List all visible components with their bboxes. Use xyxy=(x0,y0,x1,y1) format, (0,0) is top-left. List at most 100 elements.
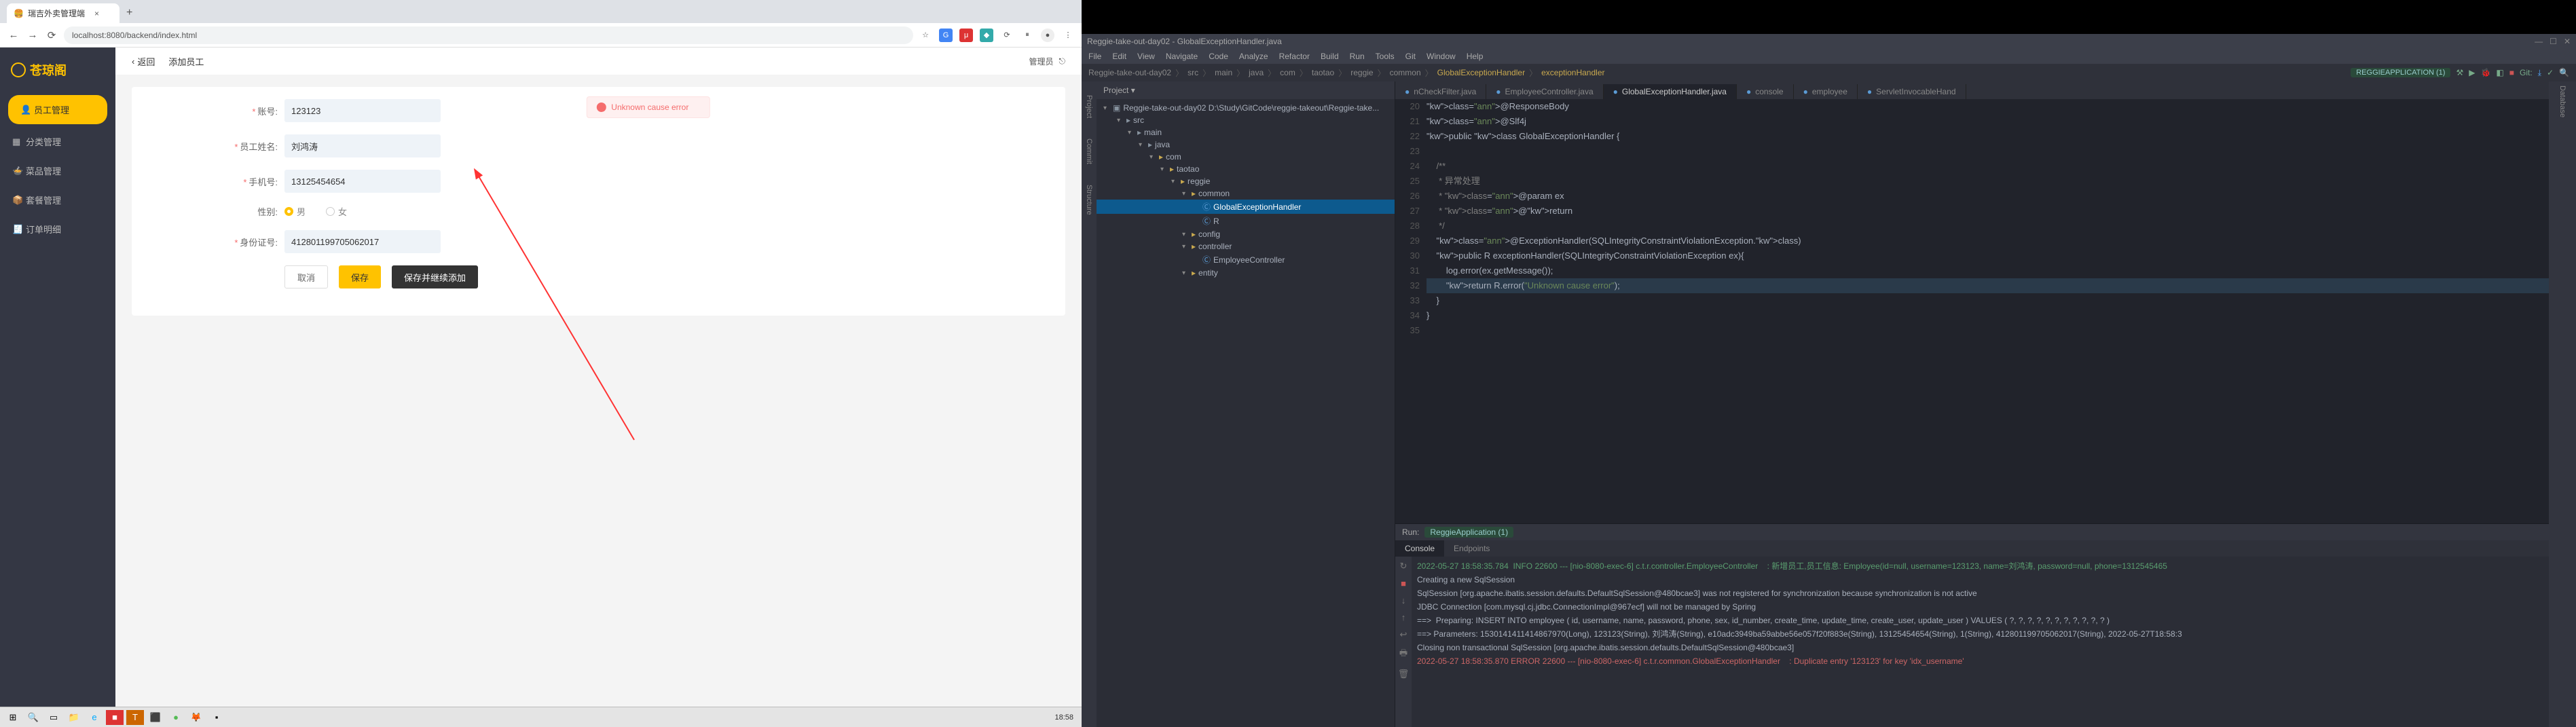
sidebar-item-category[interactable]: ▦ 分类管理 xyxy=(0,127,115,156)
task-view-icon[interactable]: ▭ xyxy=(45,710,62,725)
cancel-button[interactable]: 取消 xyxy=(284,265,328,288)
crumb[interactable]: src xyxy=(1188,68,1198,77)
close-icon[interactable]: ✕ xyxy=(2564,37,2571,46)
menu-analyze[interactable]: Analyze xyxy=(1239,52,1268,61)
project-tree[interactable]: ▾▣ Reggie-take-out-day02 D:\Study\GitCod… xyxy=(1097,99,1395,727)
sidebar-item-employee[interactable]: 👤 员工管理 xyxy=(8,95,107,124)
tree-item[interactable]: ▾▸ com xyxy=(1097,151,1395,163)
url-input[interactable] xyxy=(64,26,913,44)
run-tab[interactable]: Console xyxy=(1395,540,1444,557)
crumb[interactable]: taotao xyxy=(1312,68,1334,77)
console-output[interactable]: 2022-05-27 18:58:35.784 INFO 22600 --- [… xyxy=(1412,557,2549,727)
menu-run[interactable]: Run xyxy=(1350,52,1365,61)
sidebar-item-order[interactable]: 🧾 订单明细 xyxy=(0,215,115,244)
account-input[interactable] xyxy=(284,99,441,122)
save-button[interactable]: 保存 xyxy=(339,265,381,288)
tree-root[interactable]: ▾▣ Reggie-take-out-day02 D:\Study\GitCod… xyxy=(1097,102,1395,114)
terminal-icon[interactable]: ▪ xyxy=(208,710,225,725)
profile-icon[interactable]: ● xyxy=(1041,29,1054,42)
crumb[interactable]: reggie xyxy=(1350,68,1373,77)
play-icon[interactable]: ▶ xyxy=(2469,68,2475,77)
search-icon[interactable]: 🔍 xyxy=(2559,68,2569,77)
refresh-icon[interactable]: ⟳ xyxy=(1000,29,1014,42)
menu-file[interactable]: File xyxy=(1088,52,1101,61)
tree-item[interactable]: ▾▸ common xyxy=(1097,187,1395,200)
menu-icon[interactable]: ⋮ xyxy=(1061,29,1075,42)
app-icon[interactable]: 🦊 xyxy=(187,710,205,725)
menu-refactor[interactable]: Refactor xyxy=(1279,52,1310,61)
stop-icon[interactable]: ■ xyxy=(1401,578,1406,589)
editor-tab[interactable]: ●nCheckFilter.java xyxy=(1395,84,1486,99)
forward-icon[interactable]: → xyxy=(26,29,39,42)
coverage-icon[interactable]: ◧ xyxy=(2496,68,2503,77)
structure-tool-button[interactable]: Structure xyxy=(1085,185,1093,215)
maximize-icon[interactable]: ☐ xyxy=(2550,37,2557,46)
minimize-icon[interactable]: — xyxy=(2535,37,2543,46)
up-icon[interactable]: ↑ xyxy=(1401,612,1406,622)
sidebar-item-dish[interactable]: 🍲 菜品管理 xyxy=(0,156,115,185)
reload-icon[interactable]: ⟳ xyxy=(45,29,58,42)
browser-tab[interactable]: 🍔 瑞吉外卖管理端 × xyxy=(7,3,119,23)
tree-item[interactable]: ▾▸ config xyxy=(1097,228,1395,240)
tree-item[interactable]: ▾▸ entity xyxy=(1097,267,1395,279)
tree-item[interactable]: ▾▸ main xyxy=(1097,126,1395,138)
git-commit-icon[interactable]: ✓ xyxy=(2547,68,2554,77)
tree-item[interactable]: ▾▸ controller xyxy=(1097,240,1395,253)
app-icon[interactable]: T xyxy=(126,710,144,725)
new-tab-button[interactable]: + xyxy=(119,3,139,23)
edge-icon[interactable]: e xyxy=(86,710,103,725)
tree-item[interactable]: ▾▸ reggie xyxy=(1097,175,1395,187)
run-app-chip[interactable]: ReggieApplication (1) xyxy=(1424,527,1513,538)
start-icon[interactable]: ⊞ xyxy=(4,710,22,725)
stop-icon[interactable]: ■ xyxy=(2509,68,2514,77)
crumb[interactable]: GlobalExceptionHandler xyxy=(1437,68,1525,77)
name-input[interactable] xyxy=(284,134,441,157)
crumb[interactable]: java xyxy=(1249,68,1264,77)
wrap-icon[interactable]: ↩ xyxy=(1400,629,1407,640)
menu-code[interactable]: Code xyxy=(1209,52,1228,61)
tree-item[interactable]: ▾▸ taotao xyxy=(1097,163,1395,175)
menu-view[interactable]: View xyxy=(1137,52,1155,61)
editor-tab[interactable]: ●employee xyxy=(1794,84,1858,99)
commit-tool-button[interactable]: Commit xyxy=(1085,138,1093,164)
translate-icon[interactable]: G xyxy=(939,29,953,42)
back-icon[interactable]: ← xyxy=(7,29,20,42)
search-icon[interactable]: 🔍 xyxy=(24,710,42,725)
print-icon[interactable]: 🖶 xyxy=(1399,647,1407,662)
app-icon[interactable]: ■ xyxy=(106,710,124,725)
editor-tab[interactable]: ●GlobalExceptionHandler.java xyxy=(1604,84,1737,99)
editor-tab[interactable]: ●EmployeeController.java xyxy=(1486,84,1603,99)
tree-item[interactable]: Ⓒ EmployeeController xyxy=(1097,253,1395,267)
run-config[interactable]: REGGIEAPPLICATION (1) xyxy=(2351,68,2450,77)
adblock-icon[interactable]: μ xyxy=(959,29,973,42)
close-tab-icon[interactable]: × xyxy=(94,9,99,18)
logout-icon[interactable]: ⎋ xyxy=(1059,56,1066,67)
crumb[interactable]: main xyxy=(1215,68,1232,77)
tree-item[interactable]: Ⓒ R xyxy=(1097,214,1395,228)
hammer-icon[interactable]: ⚒ xyxy=(2456,68,2463,77)
project-tool-button[interactable]: Project xyxy=(1085,95,1093,118)
run-tab[interactable]: Endpoints xyxy=(1444,540,1499,557)
menu-window[interactable]: Window xyxy=(1427,52,1456,61)
crumb[interactable]: com xyxy=(1280,68,1295,77)
menu-tools[interactable]: Tools xyxy=(1376,52,1395,61)
back-link[interactable]: ‹ 返回 xyxy=(132,55,155,68)
tree-item[interactable]: Ⓒ GlobalExceptionHandler xyxy=(1097,200,1395,214)
app-icon[interactable]: ⬛ xyxy=(147,710,164,725)
taskbar-clock[interactable]: 18:58 xyxy=(1054,713,1078,722)
pause-icon[interactable]: ⏸ xyxy=(1020,29,1034,42)
ext-icon[interactable]: ◆ xyxy=(980,29,993,42)
trash-icon[interactable]: 🗑 xyxy=(1398,669,1410,679)
tree-item[interactable]: ▾▸ src xyxy=(1097,114,1395,126)
sex-female-radio[interactable]: 女 xyxy=(326,205,347,218)
crumb[interactable]: exceptionHandler xyxy=(1541,68,1604,77)
git-update-icon[interactable]: ⤓ xyxy=(2538,68,2541,78)
crumb[interactable]: Reggie-take-out-day02 xyxy=(1088,68,1171,77)
editor-tab[interactable]: ●console xyxy=(1737,84,1794,99)
editor-tab[interactable]: ●ServletInvocableHand xyxy=(1858,84,1966,99)
down-icon[interactable]: ↓ xyxy=(1401,595,1406,605)
menu-git[interactable]: Git xyxy=(1405,52,1416,61)
code[interactable]: "kw">class="ann">@ResponseBody"kw">class… xyxy=(1427,99,2549,523)
save-continue-button[interactable]: 保存并继续添加 xyxy=(392,265,478,288)
menu-navigate[interactable]: Navigate xyxy=(1166,52,1198,61)
